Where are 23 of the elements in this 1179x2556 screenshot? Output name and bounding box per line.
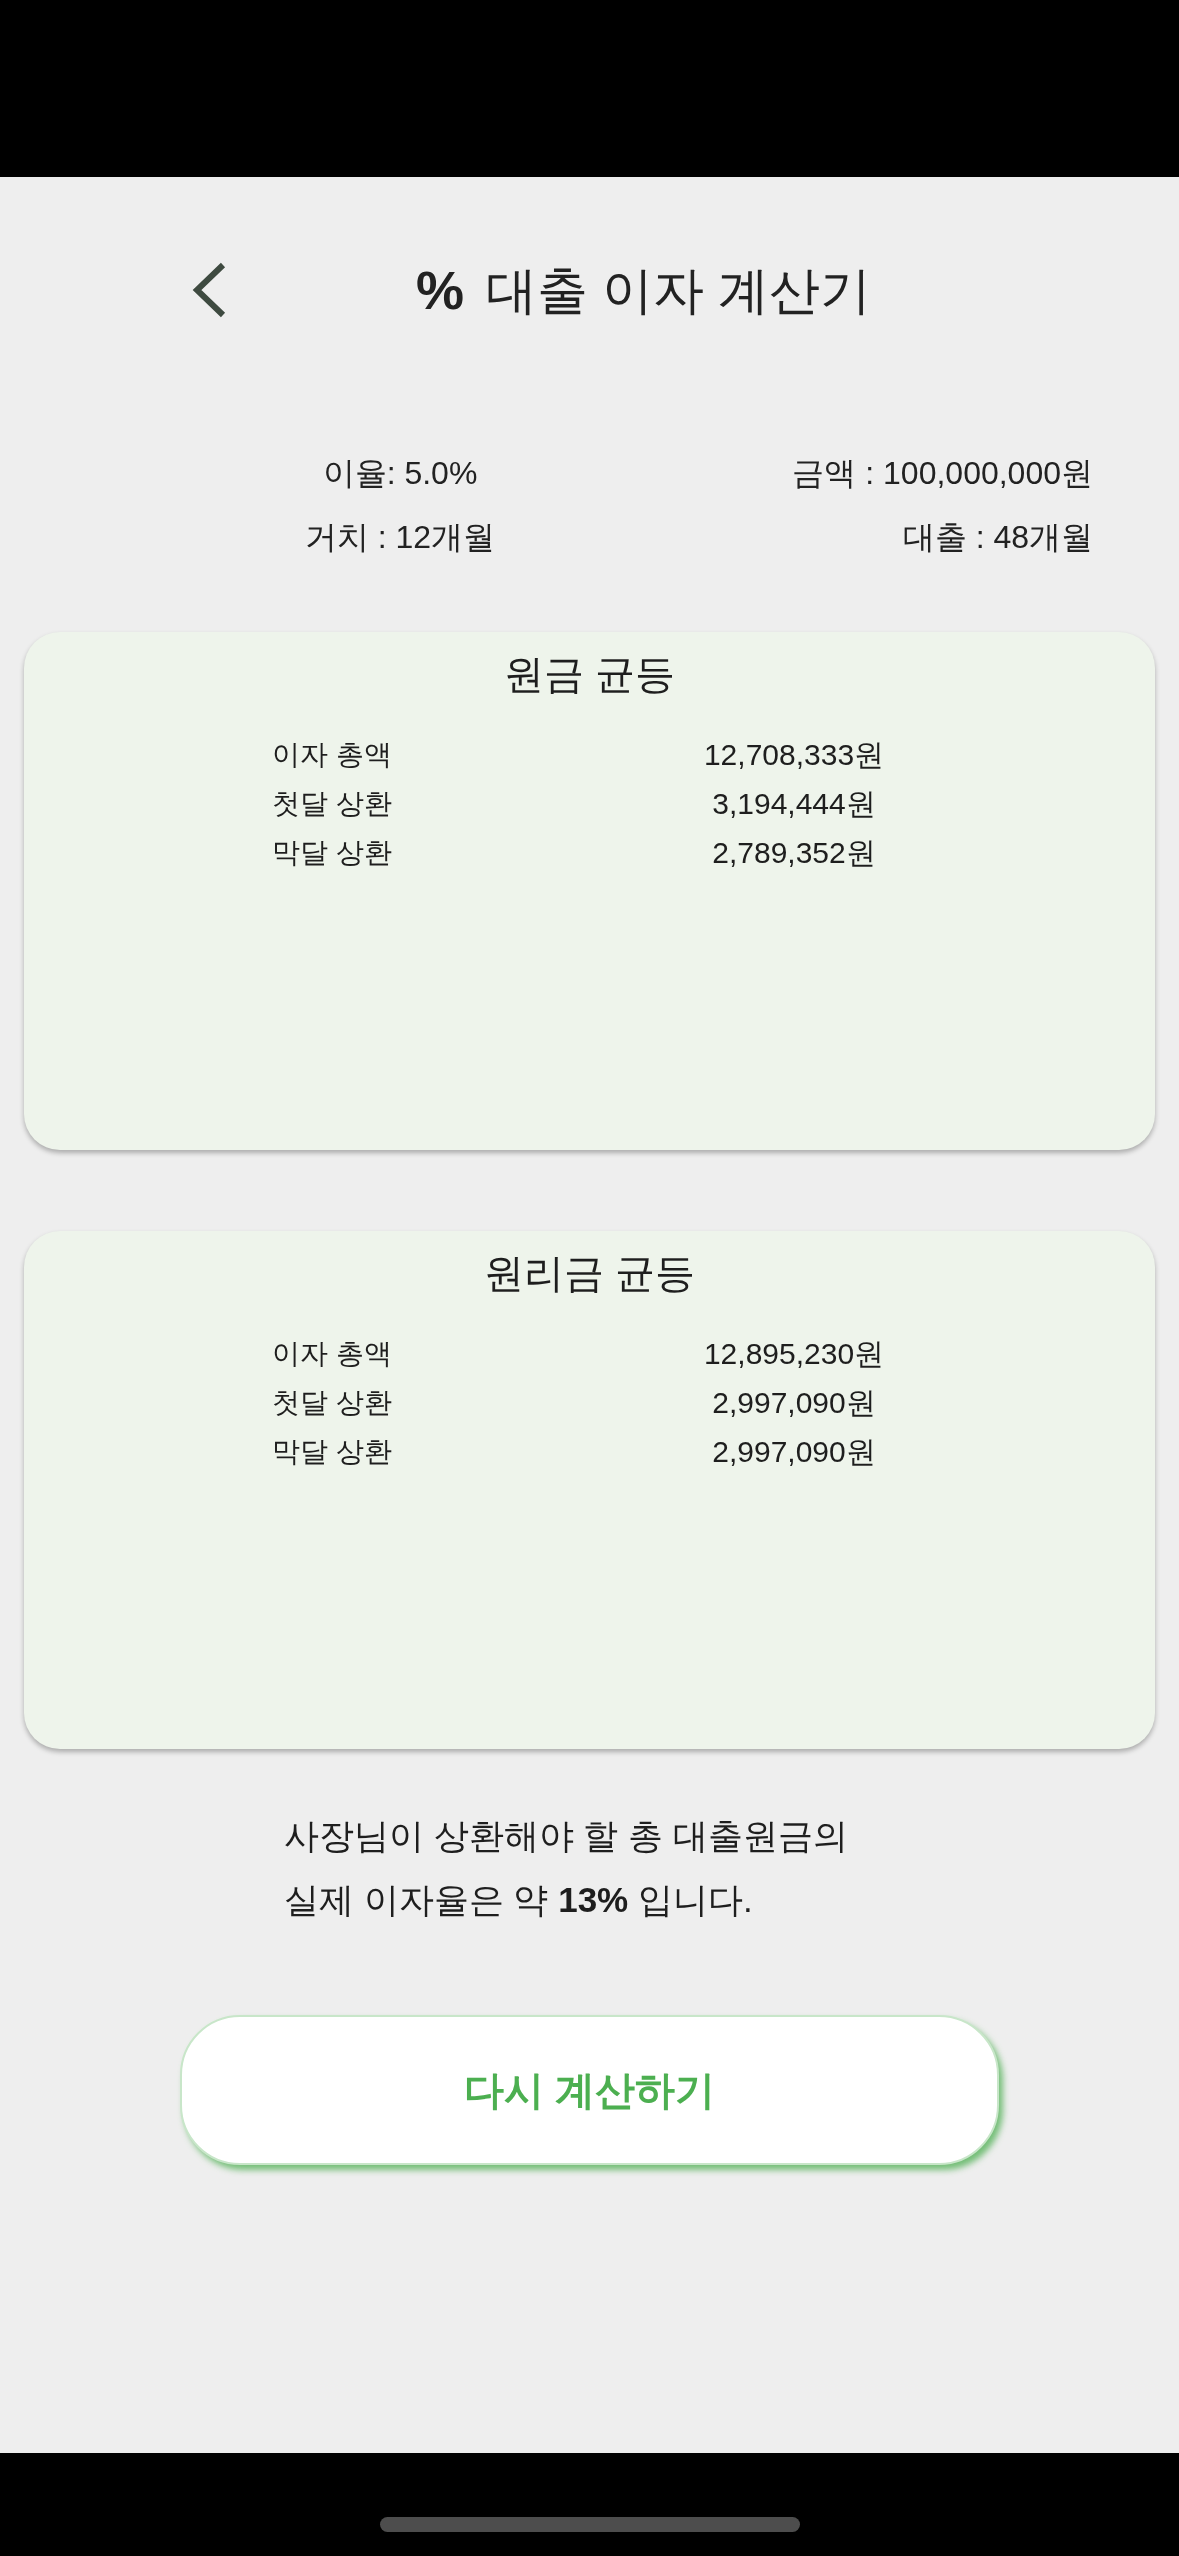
row-value: 3,194,444원 (712, 786, 876, 822)
card-title: 원금 균등 (503, 651, 676, 698)
row-value: 2,997,090원 (712, 1434, 876, 1470)
loan-info-text: 금액 : 100,000,000원 (792, 454, 1093, 493)
row-label: 이자 총액 (272, 1336, 392, 1371)
row-value: 2,997,090원 (712, 1385, 876, 1421)
percent-symbol: % (416, 263, 464, 317)
back-icon[interactable] (192, 262, 226, 318)
row-label: 첫달 상환 (272, 786, 392, 821)
screen-title: 대출 이자 계산기 (486, 264, 872, 316)
row-label: 막달 상환 (272, 835, 392, 870)
row-label: 막달 상환 (272, 1434, 392, 1469)
recalculate-button[interactable]: 다시 계산하기 (180, 2015, 999, 2165)
loan-info-text: 거치 : 12개월 (304, 518, 496, 557)
row-value: 2,789,352원 (712, 835, 876, 871)
row-value: 12,708,333원 (703, 737, 885, 773)
loan-info-text: 이율: 5.0% (322, 454, 478, 493)
row-value: 12,895,230원 (703, 1336, 885, 1372)
row-label: 첫달 상환 (272, 1385, 392, 1420)
card-title: 원리금 균등 (483, 1250, 696, 1297)
summary-text: 사장님이 상환해야 할 총 대출원금의 실제 이자율은 약 13% 입니다. (284, 1815, 848, 1921)
row-label: 이자 총액 (272, 737, 392, 772)
loan-info-text: 대출 : 48개월 (902, 518, 1093, 557)
